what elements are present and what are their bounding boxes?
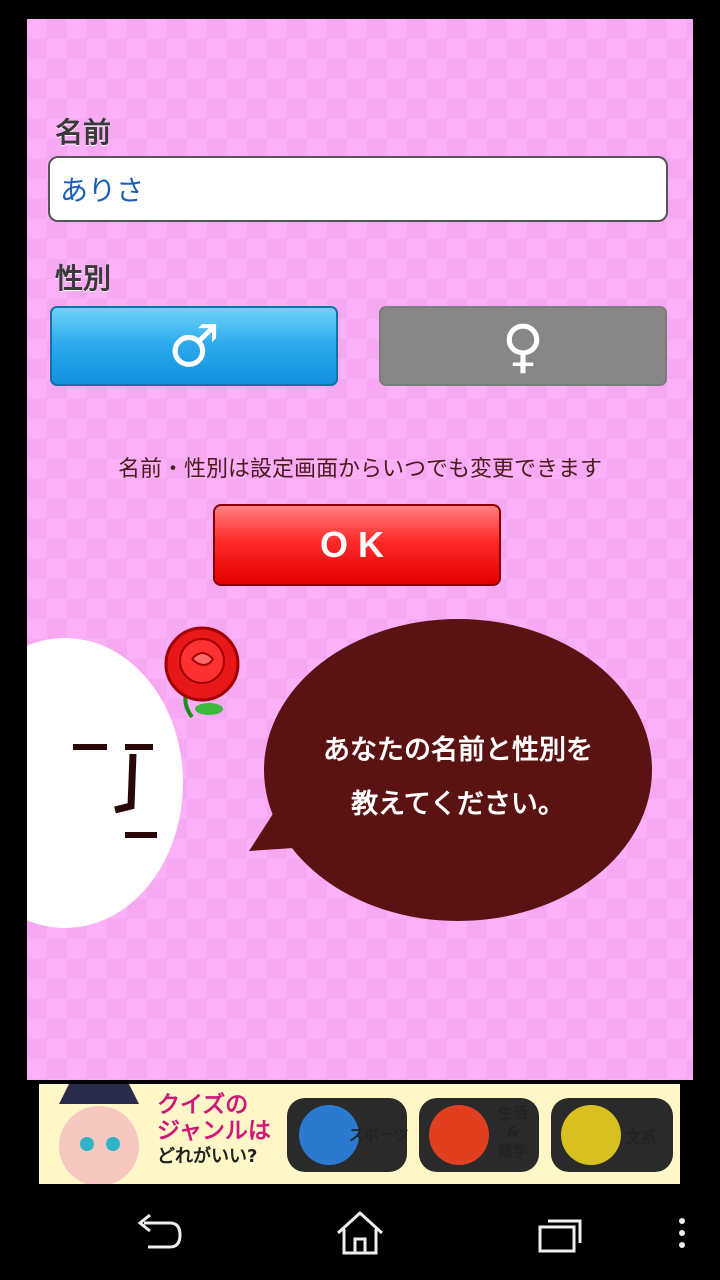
back-icon[interactable] bbox=[130, 1211, 190, 1261]
name-input[interactable] bbox=[48, 156, 668, 222]
menu-icon[interactable] bbox=[672, 1211, 692, 1261]
ad-banner[interactable]: クイズの ジャンルは どれがいい? スポーツ 生活 & 雑学 文系 bbox=[39, 1084, 680, 1184]
rose-icon bbox=[164, 626, 240, 719]
female-button[interactable]: ♀ bbox=[379, 306, 667, 386]
settings-note: 名前・性別は設定画面からいつでも変更できます bbox=[117, 457, 602, 482]
genre-humanities[interactable]: 文系 bbox=[625, 1124, 657, 1148]
app-screen: 名前 性別 ♂ ♀ 名前・性別は設定画面からいつでも変更できます OK あなたの… bbox=[27, 19, 693, 1080]
navigation-bar bbox=[0, 1184, 720, 1280]
female-icon: ♀ bbox=[501, 312, 545, 380]
male-button[interactable]: ♂ bbox=[50, 306, 338, 386]
speech-line-2: 教えてください。 bbox=[351, 789, 565, 820]
gender-label: 性別 bbox=[55, 262, 112, 295]
name-label: 名前 bbox=[55, 116, 112, 149]
banner-headline: クイズの ジャンルは どれがいい? bbox=[157, 1092, 271, 1167]
recents-icon[interactable] bbox=[530, 1211, 590, 1261]
speech-text: あなたの名前と性別を 教えてください。 bbox=[264, 724, 652, 832]
genre-sports[interactable]: スポーツ bbox=[349, 1124, 409, 1145]
genre-life[interactable]: 生活 & 雑学 bbox=[493, 1104, 533, 1161]
male-icon: ♂ bbox=[168, 312, 220, 380]
ok-button[interactable]: OK bbox=[213, 504, 501, 586]
home-icon[interactable] bbox=[330, 1209, 390, 1259]
speech-line-1: あなたの名前と性別を bbox=[323, 735, 593, 766]
